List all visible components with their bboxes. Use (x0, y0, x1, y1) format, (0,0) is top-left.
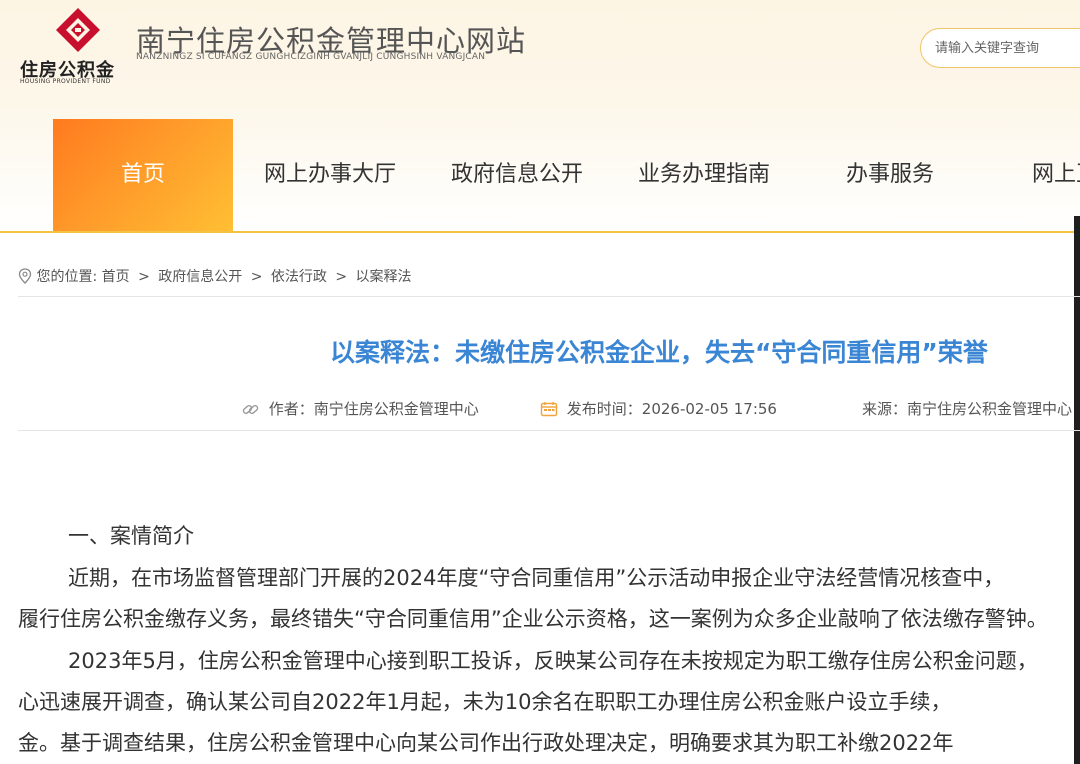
site-header: 住房公积金 HOUSING PROVIDENT FUND 南宁住房公积金管理中心… (0, 0, 1080, 232)
source-label: 来源： (862, 400, 908, 418)
meta-divider (18, 430, 1080, 431)
paragraph-line: 心迅速展开调查，确认某公司自2022年1月起，未为10余名在职职工办理住房公积金… (18, 690, 952, 714)
calendar-icon (540, 400, 567, 418)
breadcrumb: 您的位置: 首页 > 政府信息公开 > 依法行政 > 以案释法 (18, 266, 412, 286)
nav-item-services[interactable]: 办事服务 (818, 119, 962, 231)
site-subtitle: NANZNINGZ SI CUFANGZ GUNGHCIZGINH GVANJL… (136, 52, 486, 62)
article-date: 发布时间：2026-02-05 17:56 (540, 398, 777, 419)
author-label: 作者： (268, 400, 314, 418)
breadcrumb-item-law[interactable]: 依法行政 (271, 266, 327, 286)
source-value: 南宁住房公积金管理中心 (907, 400, 1073, 418)
nav-item-interaction[interactable]: 网上互动 (1032, 119, 1080, 231)
nav-item-online-hall[interactable]: 网上办事大厅 (248, 119, 412, 231)
breadcrumb-item-gov-info[interactable]: 政府信息公开 (158, 266, 242, 286)
article-author: 作者：南宁住房公积金管理中心 (242, 398, 479, 419)
paragraph-line: 履行住房公积金缴存义务，最终错失“守合同重信用”企业公示资格，这一案例为众多企业… (18, 607, 1048, 631)
link-icon (242, 400, 269, 418)
location-pin-icon (18, 268, 32, 285)
nav-item-guide[interactable]: 业务办理指南 (622, 119, 786, 231)
date-value: 2026-02-05 17:56 (641, 400, 777, 418)
scrollbar[interactable] (1074, 216, 1080, 764)
paragraph-line: 金。基于调查结果，住房公积金管理中心向某公司作出行政处理决定，明确要求其为职工补… (18, 731, 954, 755)
paragraph-line: 近期，在市场监督管理部门开展的2024年度“守合同重信用”公示活动申报企业守法经… (68, 566, 1005, 590)
nav-item-home[interactable]: 首页 (53, 119, 233, 231)
section-heading: 一、案情简介 (68, 524, 194, 548)
header-divider (0, 231, 1080, 233)
breadcrumb-separator: > (138, 269, 150, 285)
paragraph-line: 2023年5月，住房公积金管理中心接到职工投诉，反映某公司存在未按规定为职工缴存… (68, 649, 1038, 673)
breadcrumb-divider (18, 296, 1080, 297)
article-title: 以案释法：未缴住房公积金企业，失去“守合同重信用”荣誉 (330, 338, 988, 367)
breadcrumb-separator: > (250, 269, 263, 285)
nav-item-gov-info[interactable]: 政府信息公开 (433, 119, 601, 231)
date-label: 发布时间： (566, 400, 642, 418)
logo-icon[interactable] (50, 6, 106, 62)
breadcrumb-item-home[interactable]: 首页 (102, 266, 130, 286)
author-value: 南宁住房公积金管理中心 (313, 400, 479, 418)
breadcrumb-prefix: 您的位置: (36, 269, 98, 285)
logo-english-text: HOUSING PROVIDENT FUND (20, 78, 111, 85)
search-input[interactable] (920, 28, 1080, 68)
article-source: 来源：南宁住房公积金管理中心 (862, 398, 1080, 419)
breadcrumb-separator: > (335, 269, 348, 285)
breadcrumb-item-current[interactable]: 以案释法 (356, 266, 412, 286)
